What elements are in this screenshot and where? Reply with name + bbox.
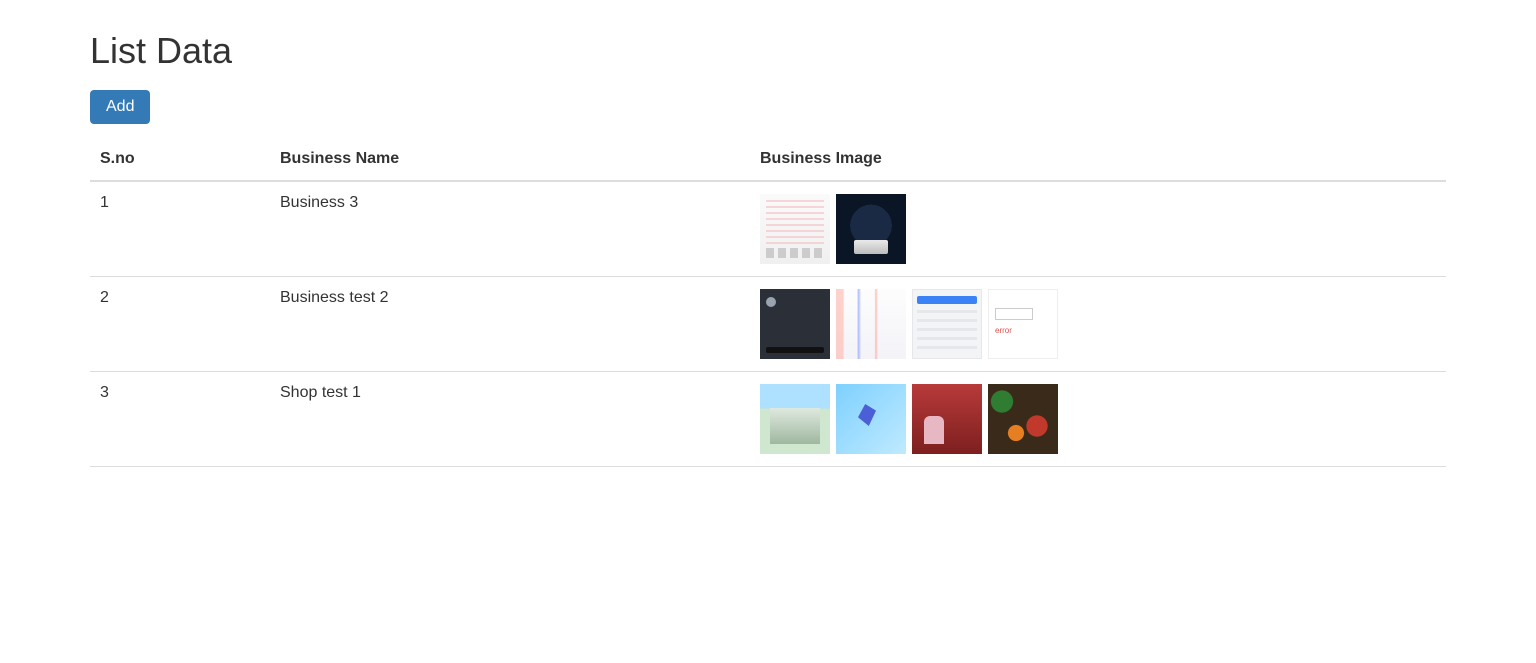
business-table: S.no Business Name Business Image 1Busin… (90, 138, 1446, 467)
thumbnail-image[interactable] (988, 384, 1058, 454)
table-row: 3Shop test 1 (90, 372, 1446, 467)
cell-business-name: Business test 2 (270, 277, 750, 372)
thumbnail-image[interactable] (988, 289, 1058, 359)
cell-sno: 3 (90, 372, 270, 467)
header-business-image: Business Image (750, 138, 1446, 181)
cell-business-name: Business 3 (270, 181, 750, 277)
cell-business-image (750, 277, 1446, 372)
header-business-name: Business Name (270, 138, 750, 181)
cell-sno: 1 (90, 181, 270, 277)
cell-business-image (750, 181, 1446, 277)
thumbnail-image[interactable] (912, 384, 982, 454)
thumbnail-image[interactable] (836, 384, 906, 454)
header-sno: S.no (90, 138, 270, 181)
thumbnail-image[interactable] (836, 194, 906, 264)
thumbnail-image[interactable] (912, 289, 982, 359)
page-title: List Data (90, 30, 1446, 72)
table-row: 1Business 3 (90, 181, 1446, 277)
thumbnail-image[interactable] (760, 289, 830, 359)
thumbnail-image[interactable] (760, 384, 830, 454)
table-row: 2Business test 2 (90, 277, 1446, 372)
cell-business-image (750, 372, 1446, 467)
thumbnail-image[interactable] (760, 194, 830, 264)
add-button[interactable]: Add (90, 90, 150, 124)
cell-business-name: Shop test 1 (270, 372, 750, 467)
thumbnail-image[interactable] (836, 289, 906, 359)
cell-sno: 2 (90, 277, 270, 372)
